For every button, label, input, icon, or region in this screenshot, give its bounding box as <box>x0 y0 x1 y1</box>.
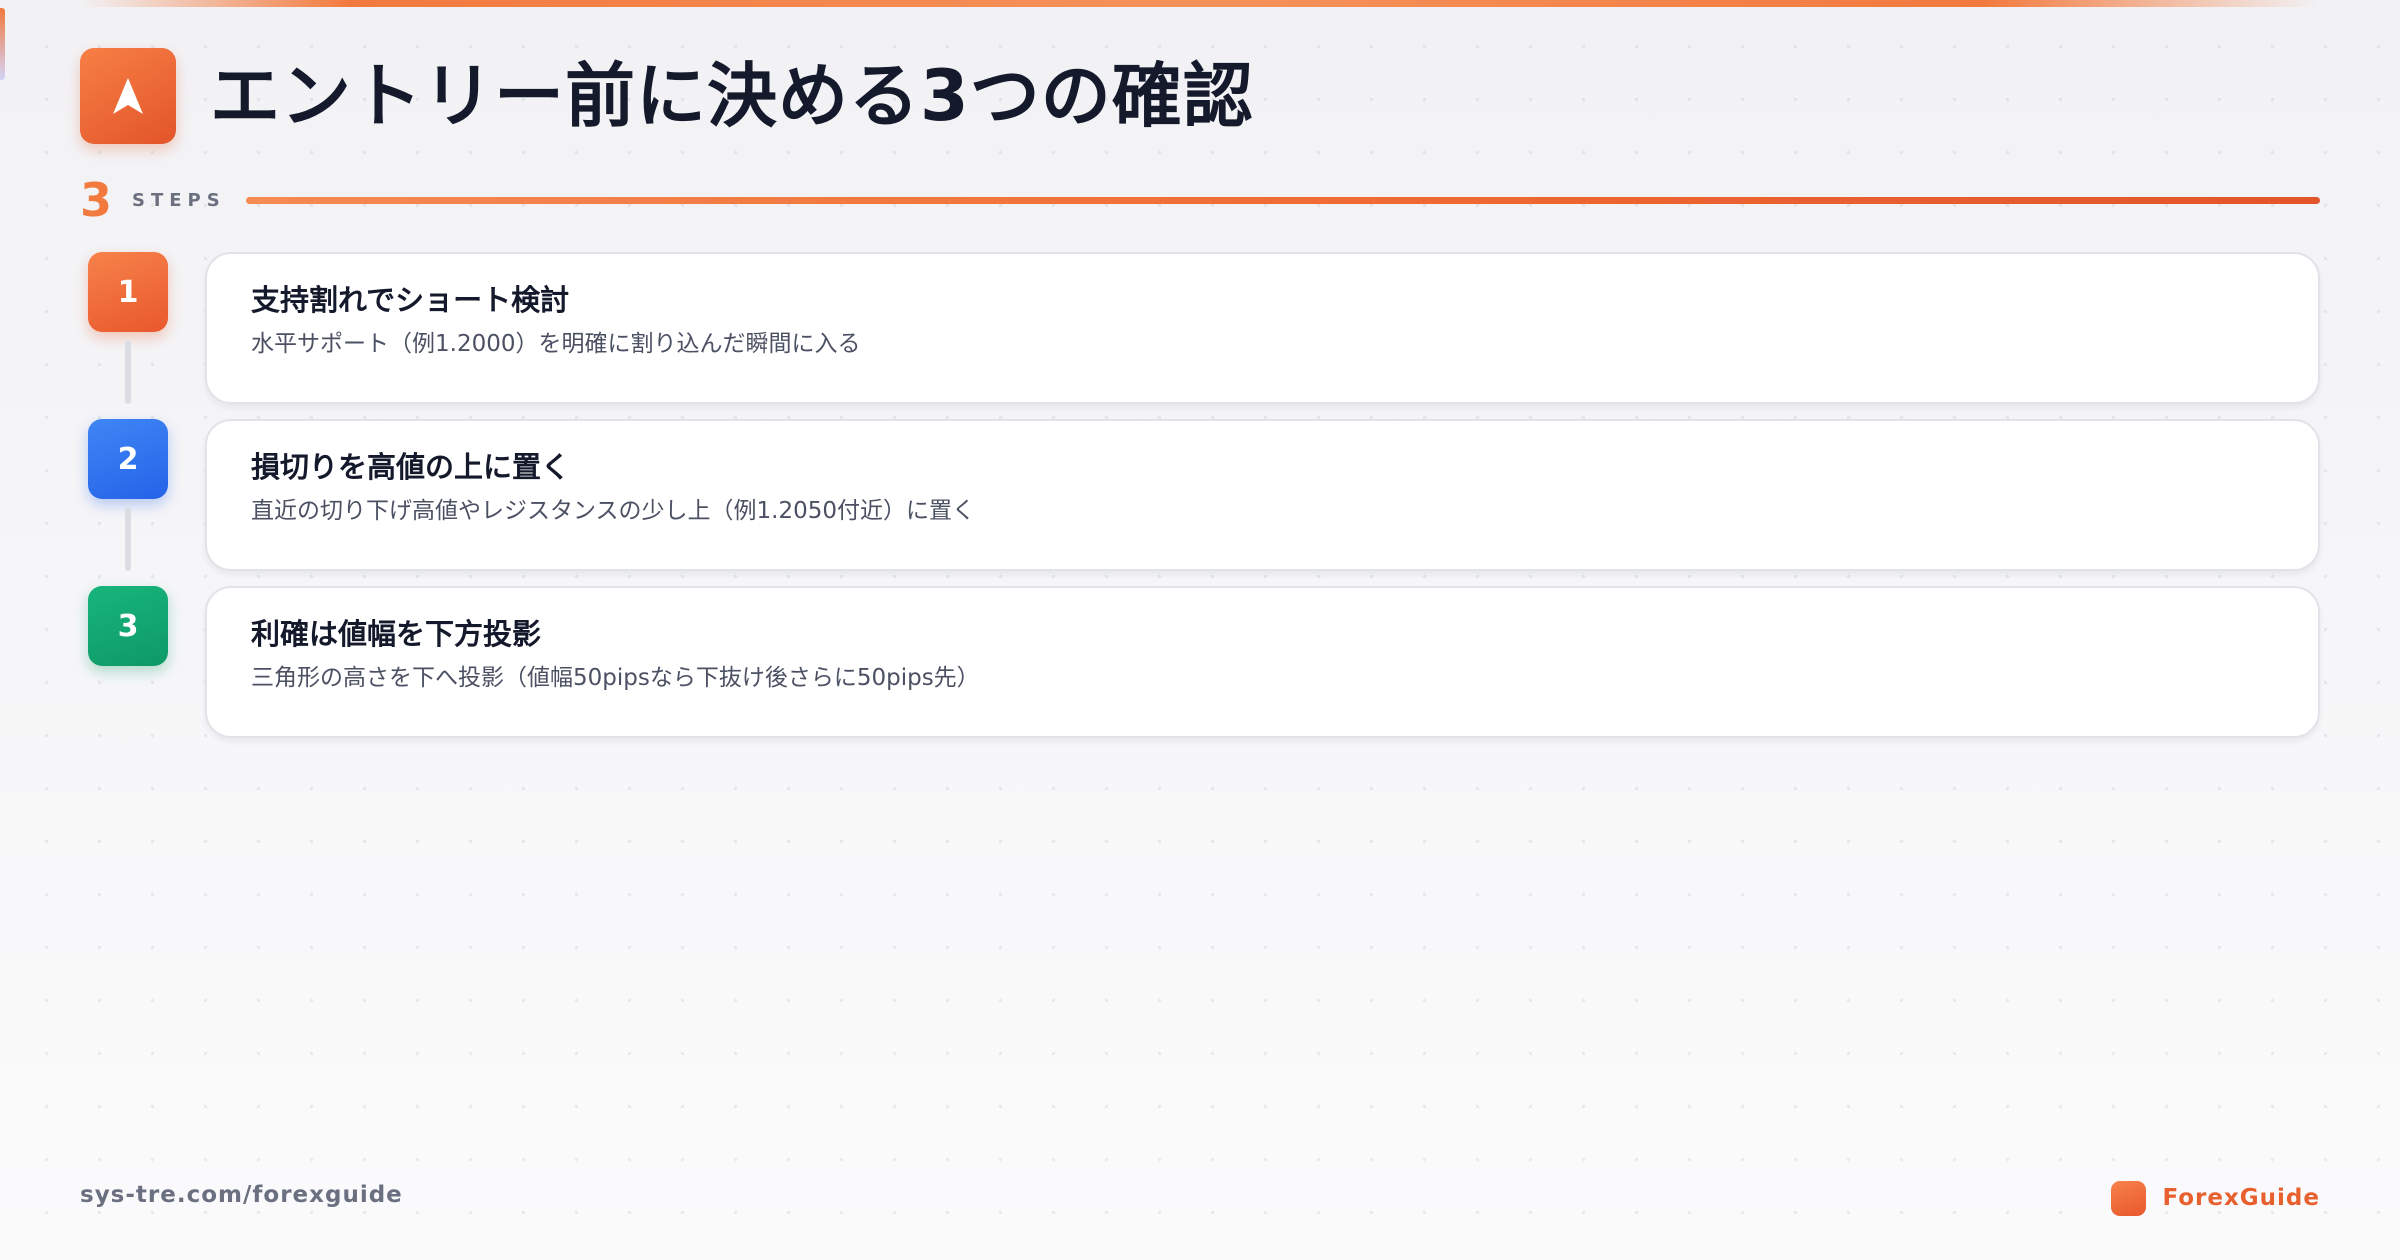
steps-header: 3 STEPS <box>80 176 2320 224</box>
step-item-1: 1 支持割れでショート検討 水平サポート（例1.2000）を明確に割り込んだ瞬間… <box>80 252 2320 404</box>
step-title: 利確は値幅を下方投影 <box>251 617 542 651</box>
left-accent-strip <box>0 8 5 80</box>
step-description: 三角形の高さを下へ投影（値幅50pipsなら下抜け後さらに50pips先） <box>251 664 980 691</box>
step-connector <box>125 507 131 571</box>
step-card: 支持割れでショート検討 水平サポート（例1.2000）を明確に割り込んだ瞬間に入… <box>205 252 2320 404</box>
step-number-badge: 1 <box>88 252 168 332</box>
navigation-arrow-icon <box>113 78 143 114</box>
step-title: 支持割れでショート検討 <box>251 283 570 317</box>
step-card: 損切りを高値の上に置く 直近の切り下げ高値やレジスタンスの少し上（例1.2050… <box>205 419 2320 571</box>
step-number-badge: 3 <box>88 586 168 666</box>
step-card: 利確は値幅を下方投影 三角形の高さを下へ投影（値幅50pipsなら下抜け後さらに… <box>205 586 2320 738</box>
step-item-3: 3 利確は値幅を下方投影 三角形の高さを下へ投影（値幅50pipsなら下抜け後さ… <box>80 586 2320 738</box>
step-description: 直近の切り下げ高値やレジスタンスの少し上（例1.2050付近）に置く <box>251 497 976 524</box>
logo-badge <box>80 48 176 144</box>
brand-name: ForexGuide <box>2162 1185 2320 1211</box>
top-accent-bar <box>80 0 2320 7</box>
page-header: エントリー前に決める3つの確認 <box>80 48 1254 144</box>
footer-brand: ForexGuide <box>2111 1180 2320 1216</box>
steps-divider-line <box>245 196 2320 204</box>
steps-count: 3 <box>80 173 113 227</box>
page-title: エントリー前に決める3つの確認 <box>210 55 1254 137</box>
step-title: 損切りを高値の上に置く <box>251 450 571 484</box>
step-item-2: 2 損切りを高値の上に置く 直近の切り下げ高値やレジスタンスの少し上（例1.20… <box>80 419 2320 571</box>
brand-logo-icon <box>2111 1180 2147 1216</box>
step-number-badge: 2 <box>88 419 168 499</box>
steps-label: STEPS <box>132 189 226 211</box>
footer-url-link[interactable]: sys-tre.com/forexguide <box>80 1182 403 1208</box>
step-connector <box>125 340 131 404</box>
step-description: 水平サポート（例1.2000）を明確に割り込んだ瞬間に入る <box>251 330 861 357</box>
